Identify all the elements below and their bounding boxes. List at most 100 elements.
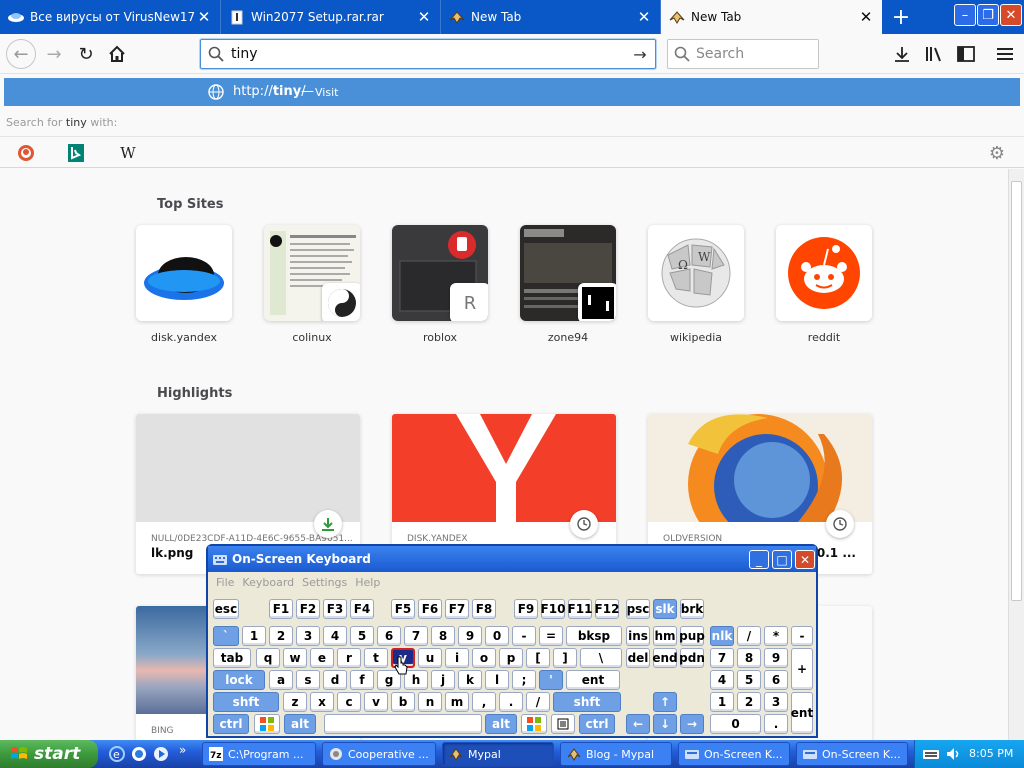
internet-explorer-icon[interactable]: e	[108, 745, 126, 763]
key-f11[interactable]: F11	[568, 599, 592, 619]
key-b[interactable]: b	[391, 692, 415, 712]
close-icon[interactable]: ✕	[858, 8, 874, 26]
close-icon[interactable]: ✕	[416, 8, 432, 26]
duckduckgo-icon[interactable]	[17, 144, 35, 162]
quick-launch-icon[interactable]	[130, 745, 148, 763]
key-tab[interactable]: tab	[213, 648, 251, 668]
minimize-button[interactable]: –	[954, 4, 976, 26]
key-num-divide[interactable]: /	[737, 626, 761, 646]
task-program-files[interactable]: 7z C:\Program ...	[202, 742, 316, 766]
key-num-plus[interactable]: +	[791, 648, 813, 690]
key-win-left[interactable]	[254, 714, 280, 734]
task-blog-mypal[interactable]: Blog - Mypal	[560, 742, 672, 766]
key-c[interactable]: c	[337, 692, 361, 712]
menu-button[interactable]	[993, 42, 1017, 66]
key-num-5[interactable]: 5	[737, 670, 761, 690]
key-esc[interactable]: esc	[213, 599, 239, 619]
key-num-8[interactable]: 8	[737, 648, 761, 668]
key-x[interactable]: x	[310, 692, 334, 712]
bing-icon[interactable]	[67, 144, 85, 162]
key-num-enter[interactable]: ent	[791, 692, 813, 734]
key-o[interactable]: o	[472, 648, 496, 668]
osk-maximize-button[interactable]: □	[772, 550, 792, 569]
key-f5[interactable]: F5	[391, 599, 415, 619]
key-0[interactable]: 0	[485, 626, 509, 646]
key-t[interactable]: t	[364, 648, 388, 668]
key-del[interactable]: del	[626, 648, 650, 668]
tab-win2077[interactable]: Win2077 Setup.rar.rar ✕	[221, 0, 441, 34]
search-box[interactable]: Search	[667, 39, 819, 69]
key-9[interactable]: 9	[458, 626, 482, 646]
key-arrow-down[interactable]: ↓	[653, 714, 677, 734]
key-menu[interactable]	[551, 714, 575, 734]
top-site-colinux[interactable]: colinux	[264, 225, 360, 344]
task-mypal[interactable]: Mypal	[442, 742, 554, 766]
key-psc[interactable]: psc	[626, 599, 650, 619]
key-k[interactable]: k	[458, 670, 482, 690]
key-5[interactable]: 5	[350, 626, 374, 646]
key-pgup[interactable]: pup	[679, 626, 705, 646]
key-num-decimal[interactable]: .	[764, 714, 788, 734]
key-ctrl-right[interactable]: ctrl	[579, 714, 615, 734]
key-f2[interactable]: F2	[296, 599, 320, 619]
key-f8[interactable]: F8	[472, 599, 496, 619]
key-slash[interactable]: /	[526, 692, 550, 712]
key-ctrl-left[interactable]: ctrl	[213, 714, 249, 734]
key-slk[interactable]: slk	[653, 599, 677, 619]
key-shift-left[interactable]: shft	[213, 692, 279, 712]
key-ins[interactable]: ins	[626, 626, 650, 646]
key-num-multiply[interactable]: *	[764, 626, 788, 646]
key-period[interactable]: .	[499, 692, 523, 712]
key-4[interactable]: 4	[323, 626, 347, 646]
maximize-button[interactable]: ❐	[977, 4, 999, 26]
top-site-zone94[interactable]: zone94	[520, 225, 616, 344]
key-backspace[interactable]: bksp	[566, 626, 622, 646]
key-f4[interactable]: F4	[350, 599, 374, 619]
url-bar[interactable]: tiny →	[200, 39, 656, 69]
library-button[interactable]	[922, 42, 946, 66]
key-minus[interactable]: -	[512, 626, 536, 646]
key-quote[interactable]: '	[539, 670, 563, 690]
key-num-2[interactable]: 2	[737, 692, 761, 712]
task-osk-1[interactable]: On-Screen K...	[678, 742, 790, 766]
sidebar-button[interactable]	[954, 42, 978, 66]
task-osk-2[interactable]: On-Screen K...	[796, 742, 908, 766]
key-a[interactable]: a	[269, 670, 293, 690]
key-semicolon[interactable]: ;	[512, 670, 536, 690]
key-f10[interactable]: F10	[541, 599, 565, 619]
key-l[interactable]: l	[485, 670, 509, 690]
key-win-right[interactable]	[521, 714, 547, 734]
gear-icon[interactable]: ⚙	[988, 143, 1006, 164]
osk-title-bar[interactable]: On-Screen Keyboard	[208, 546, 816, 572]
close-icon[interactable]: ✕	[636, 8, 652, 26]
osk-menu-file[interactable]: File	[216, 576, 234, 589]
tab-newtab-1[interactable]: New Tab ✕	[441, 0, 661, 34]
keyboard-tray-icon[interactable]	[923, 746, 939, 762]
key-num-1[interactable]: 1	[710, 692, 734, 712]
close-icon[interactable]: ✕	[196, 8, 212, 26]
key-equals[interactable]: =	[539, 626, 563, 646]
key-f[interactable]: f	[350, 670, 374, 690]
key-f7[interactable]: F7	[445, 599, 469, 619]
key-enter[interactable]: ent	[566, 670, 620, 690]
key-end[interactable]: end	[652, 648, 678, 668]
osk-minimize-button[interactable]: _	[749, 550, 769, 569]
key-num-9[interactable]: 9	[764, 648, 788, 668]
osk-menu-help[interactable]: Help	[355, 576, 380, 589]
key-arrow-up[interactable]: ↑	[653, 692, 677, 712]
key-p[interactable]: p	[499, 648, 523, 668]
reload-button[interactable]: ↻	[72, 40, 100, 68]
key-8[interactable]: 8	[431, 626, 455, 646]
key-f3[interactable]: F3	[323, 599, 347, 619]
key-home[interactable]: hm	[653, 626, 677, 646]
key-d[interactable]: d	[323, 670, 347, 690]
key-j[interactable]: j	[431, 670, 455, 690]
key-w[interactable]: w	[283, 648, 307, 668]
url-input[interactable]: tiny	[231, 46, 625, 62]
key-shift-right[interactable]: shft	[553, 692, 621, 712]
page-scrollbar[interactable]	[1008, 169, 1024, 740]
key-f9[interactable]: F9	[514, 599, 538, 619]
key-brk[interactable]: brk	[680, 599, 704, 619]
key-num-6[interactable]: 6	[764, 670, 788, 690]
top-site-reddit[interactable]: reddit	[776, 225, 872, 344]
